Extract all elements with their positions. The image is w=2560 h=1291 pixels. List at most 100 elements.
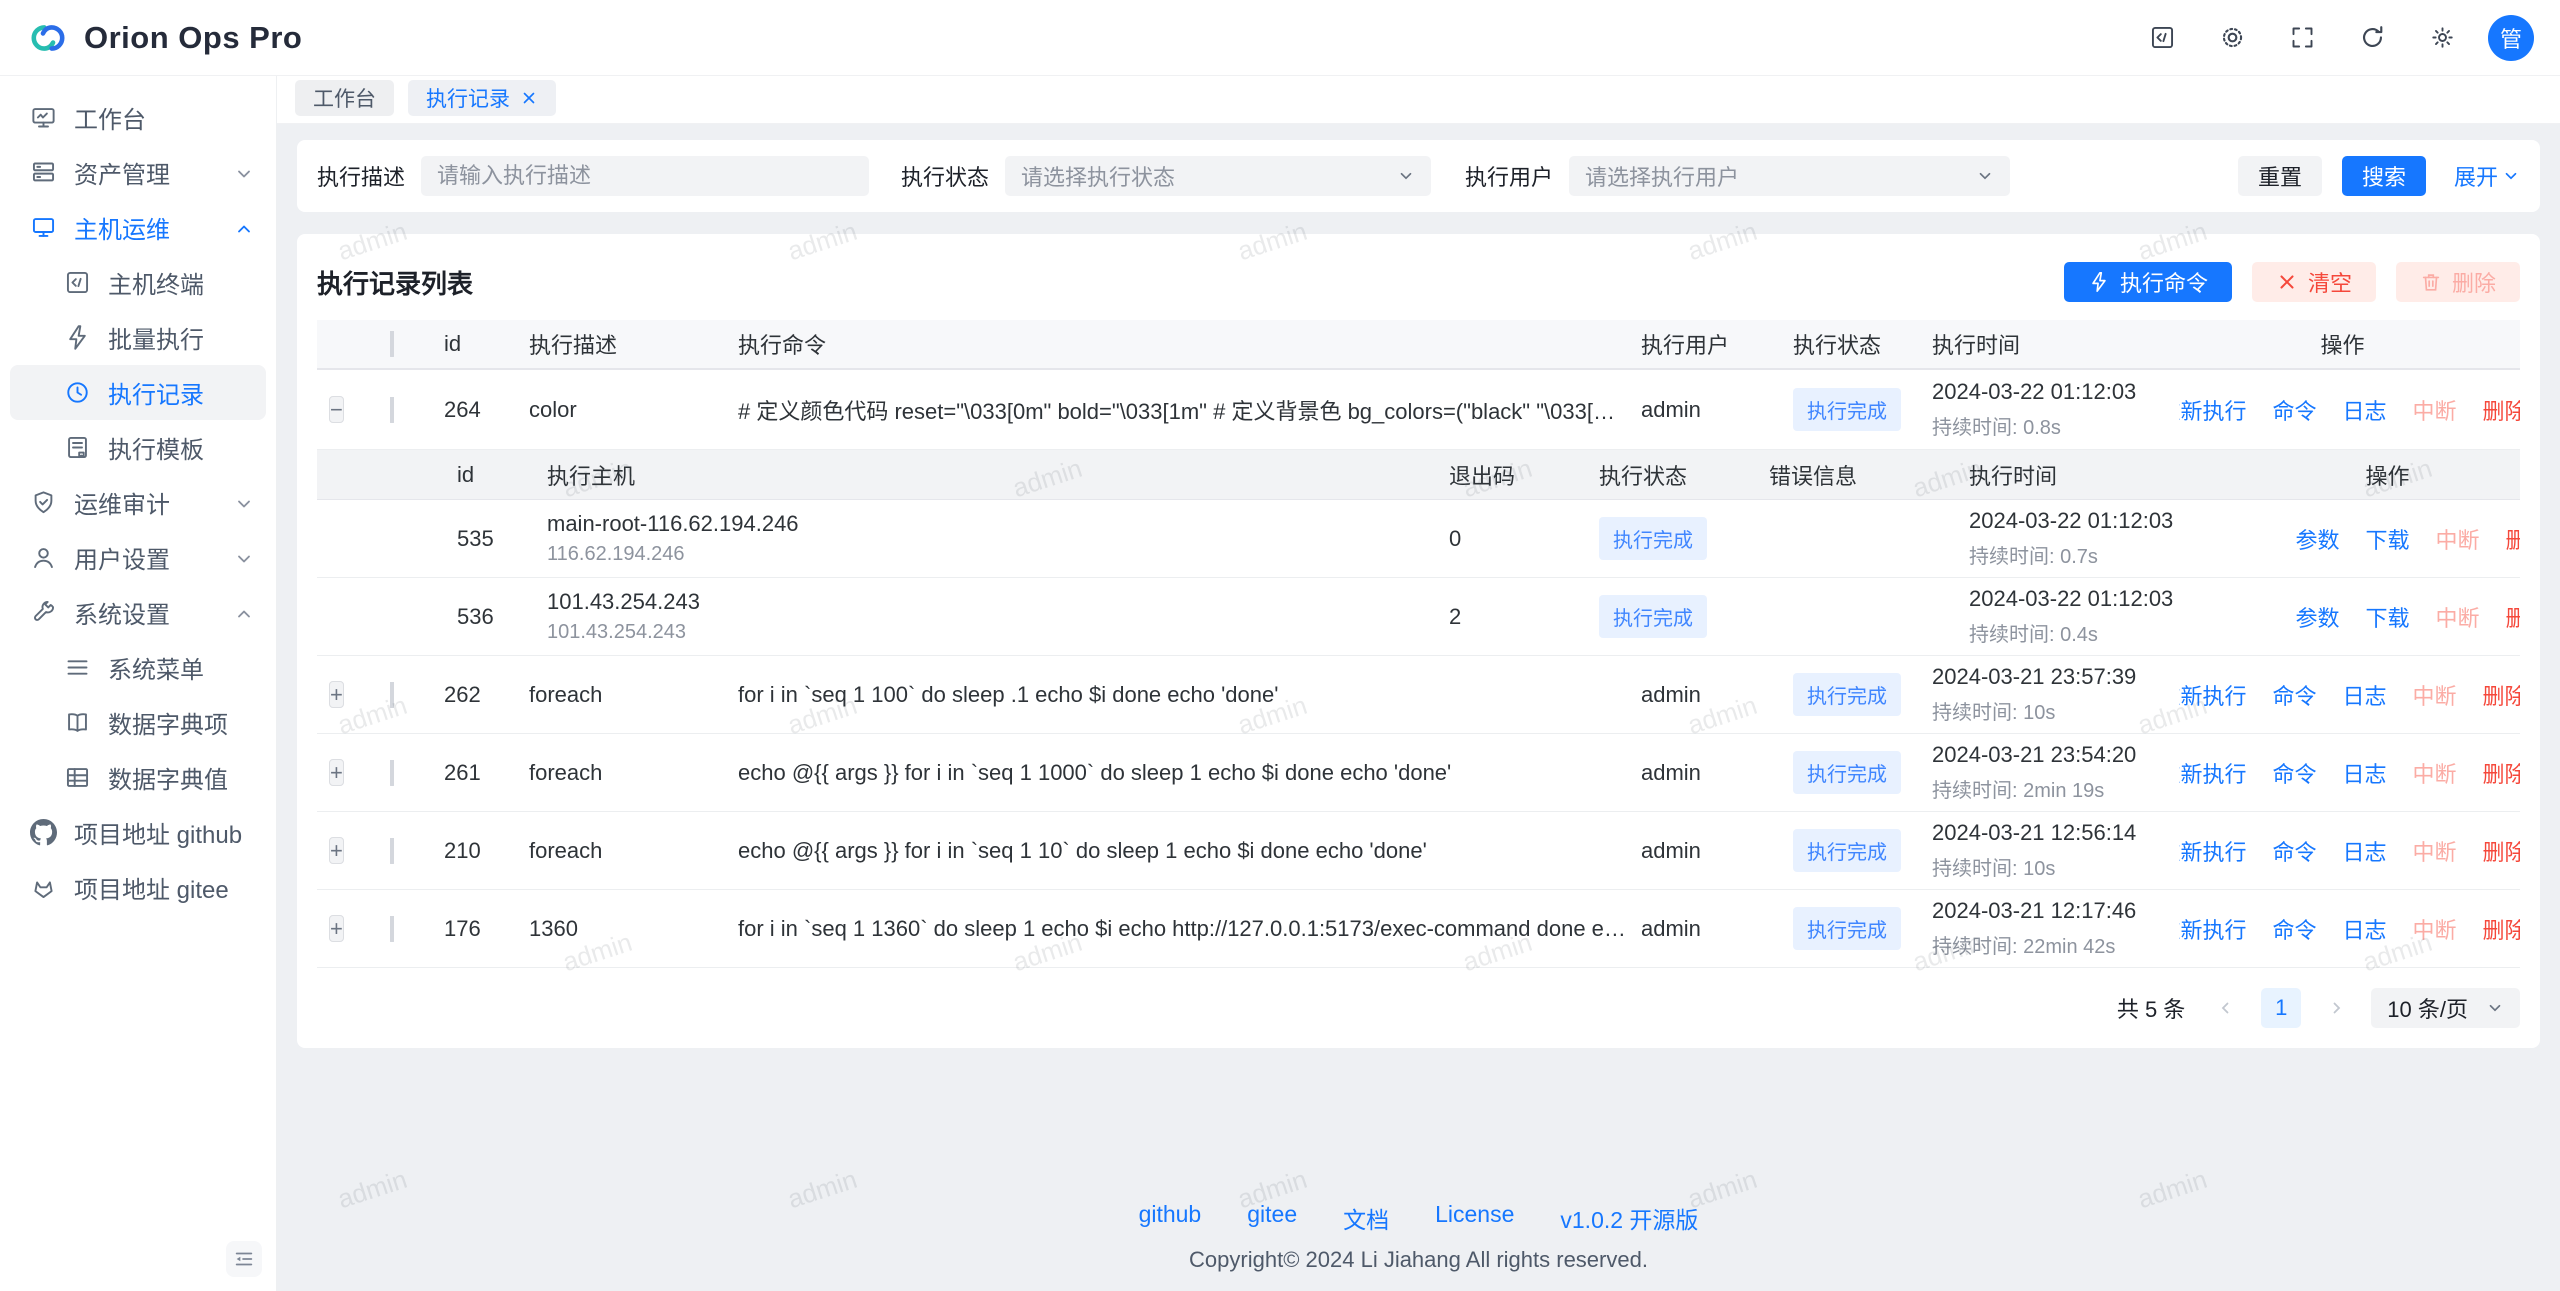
chevron-down-icon <box>1397 167 1415 185</box>
sidebar-item-资产管理[interactable]: 资产管理 <box>0 145 276 200</box>
reset-button[interactable]: 重置 <box>2238 156 2322 196</box>
sidebar-collapse-button[interactable] <box>226 1241 262 1277</box>
sub-row-action-interrupt-link[interactable]: 中断 <box>2436 601 2480 633</box>
row-action-delete-link[interactable]: 删除 <box>2483 757 2520 789</box>
exec-command-button[interactable]: 执行命令 <box>2064 262 2232 302</box>
sidebar-item-主机终端[interactable]: 主机终端 <box>0 255 276 310</box>
row-action-interrupt-link[interactable]: 中断 <box>2413 757 2457 789</box>
clear-button[interactable]: 清空 <box>2252 262 2376 302</box>
filter-desc-label: 执行描述 <box>317 160 405 192</box>
sidebar-item-系统设置[interactable]: 系统设置 <box>0 585 276 640</box>
row-checkbox[interactable] <box>390 916 394 942</box>
row-action-command-link[interactable]: 命令 <box>2272 679 2316 711</box>
sub-row-action-params-link[interactable]: 参数 <box>2295 601 2339 633</box>
expand-filters-link[interactable]: 展开 <box>2454 160 2520 192</box>
search-button[interactable]: 搜索 <box>2342 156 2426 196</box>
sub-row-action-interrupt-link[interactable]: 中断 <box>2436 523 2480 555</box>
footer-link-文档[interactable]: 文档 <box>1343 1201 1389 1235</box>
table-header-row: id执行描述执行命令执行用户执行状态执行时间操作 <box>317 320 2520 370</box>
fullscreen-icon[interactable] <box>2278 14 2326 62</box>
row-action-rerun-link[interactable]: 重新执行 <box>2179 913 2246 945</box>
row-checkbox[interactable] <box>390 760 394 786</box>
sidebar-item-系统菜单[interactable]: 系统菜单 <box>0 640 276 695</box>
footer-link-gitee[interactable]: gitee <box>1247 1201 1297 1235</box>
row-action-command-link[interactable]: 命令 <box>2272 835 2316 867</box>
select-all-checkbox[interactable] <box>390 331 394 357</box>
row-checkbox[interactable] <box>390 397 394 423</box>
exec-desc-input[interactable] <box>421 156 869 196</box>
refresh-icon[interactable] <box>2348 14 2396 62</box>
row-action-interrupt-link[interactable]: 中断 <box>2413 394 2457 426</box>
row-action-log-link[interactable]: 日志 <box>2343 913 2387 945</box>
row-action-log-link[interactable]: 日志 <box>2343 757 2387 789</box>
expand-row-toggle[interactable]: + <box>329 915 344 942</box>
tab-bar: 工作台执行记录 <box>277 76 2560 124</box>
sidebar-item-执行模板[interactable]: 执行模板 <box>0 420 276 475</box>
exec-user-select[interactable]: 请选择执行用户 <box>1569 156 2010 196</box>
row-action-interrupt-link[interactable]: 中断 <box>2413 835 2457 867</box>
exec-status-select[interactable]: 请选择执行状态 <box>1005 156 1431 196</box>
page-size-select[interactable]: 10 条/页 <box>2371 988 2520 1028</box>
footer-link-License[interactable]: License <box>1435 1201 1514 1235</box>
sidebar-item-数据字典值[interactable]: 数据字典值 <box>0 750 276 805</box>
footer-link-github[interactable]: github <box>1139 1201 1202 1235</box>
row-action-command-link[interactable]: 命令 <box>2272 913 2316 945</box>
sidebar-item-项目地址 github[interactable]: 项目地址 github <box>0 805 276 860</box>
sidebar-item-label: 系统菜单 <box>108 650 254 685</box>
sidebar-item-项目地址 gitee[interactable]: 项目地址 gitee <box>0 860 276 915</box>
theme-sun-icon[interactable] <box>2208 14 2256 62</box>
sidebar-item-用户设置[interactable]: 用户设置 <box>0 530 276 585</box>
row-action-interrupt-link[interactable]: 中断 <box>2413 913 2457 945</box>
sub-row-action-download-link[interactable]: 下载 <box>2366 523 2410 555</box>
sidebar-item-主机运维[interactable]: 主机运维 <box>0 200 276 255</box>
expand-row-toggle[interactable]: + <box>329 681 344 708</box>
sidebar-item-运维审计[interactable]: 运维审计 <box>0 475 276 530</box>
row-action-command-link[interactable]: 命令 <box>2272 394 2316 426</box>
sidebar-item-执行记录[interactable]: 执行记录 <box>10 365 266 420</box>
row-action-command-link[interactable]: 命令 <box>2272 757 2316 789</box>
sidebar-item-数据字典项[interactable]: 数据字典项 <box>0 695 276 750</box>
collapse-row-toggle[interactable]: − <box>329 396 344 423</box>
row-id: 210 <box>444 838 529 864</box>
page-number-1[interactable]: 1 <box>2261 988 2301 1028</box>
expand-row-toggle[interactable]: + <box>329 759 344 786</box>
row-action-rerun-link[interactable]: 重新执行 <box>2179 835 2246 867</box>
sub-row-action-delete-link[interactable]: 删除 <box>2506 523 2520 555</box>
code-square-icon[interactable] <box>2138 14 2186 62</box>
row-action-log-link[interactable]: 日志 <box>2343 394 2387 426</box>
footer-link-v1.0.2 开源版[interactable]: v1.0.2 开源版 <box>1560 1201 1698 1235</box>
tab-工作台[interactable]: 工作台 <box>295 80 394 116</box>
sidebar-item-工作台[interactable]: 工作台 <box>0 90 276 145</box>
sub-row-action-delete-link[interactable]: 删除 <box>2506 601 2520 633</box>
prev-page-button[interactable] <box>2209 989 2243 1027</box>
next-page-button[interactable] <box>2319 989 2353 1027</box>
delete-label: 删除 <box>2452 266 2496 298</box>
row-action-log-link[interactable]: 日志 <box>2343 835 2387 867</box>
pagination: 共 5 条 1 10 条/页 <box>317 988 2520 1028</box>
settings-gear-icon[interactable] <box>2418 14 2466 62</box>
row-action-delete-link[interactable]: 删除 <box>2483 679 2520 711</box>
row-time-line1: 2024-03-21 12:56:14 <box>1932 820 2165 846</box>
row-action-rerun-link[interactable]: 重新执行 <box>2179 757 2246 789</box>
row-action-rerun-link[interactable]: 重新执行 <box>2179 394 2246 426</box>
sub-row-action-download-link[interactable]: 下载 <box>2366 601 2410 633</box>
row-action-rerun-link[interactable]: 重新执行 <box>2179 679 2246 711</box>
row-action-log-link[interactable]: 日志 <box>2343 679 2387 711</box>
row-command: echo @{{ args }} for i in `seq 1 10` do … <box>738 838 1641 864</box>
row-action-delete-link[interactable]: 删除 <box>2483 394 2520 426</box>
tab-执行记录[interactable]: 执行记录 <box>408 80 556 116</box>
row-action-delete-link[interactable]: 删除 <box>2483 913 2520 945</box>
delete-button[interactable]: 删除 <box>2396 262 2520 302</box>
row-checkbox[interactable] <box>390 838 394 864</box>
close-icon[interactable] <box>520 89 538 107</box>
lightning-icon <box>2088 271 2110 293</box>
expand-row-toggle[interactable]: + <box>329 837 344 864</box>
sub-row-action-params-link[interactable]: 参数 <box>2295 523 2339 555</box>
row-action-delete-link[interactable]: 删除 <box>2483 835 2520 867</box>
row-checkbox[interactable] <box>390 682 394 708</box>
status-badge: 执行完成 <box>1793 388 1901 431</box>
row-action-interrupt-link[interactable]: 中断 <box>2413 679 2457 711</box>
user-avatar[interactable]: 管 <box>2488 15 2534 61</box>
sidebar-item-批量执行[interactable]: 批量执行 <box>0 310 276 365</box>
row-time: 2024-03-21 12:56:14持续时间: 10s <box>1932 820 2179 881</box>
